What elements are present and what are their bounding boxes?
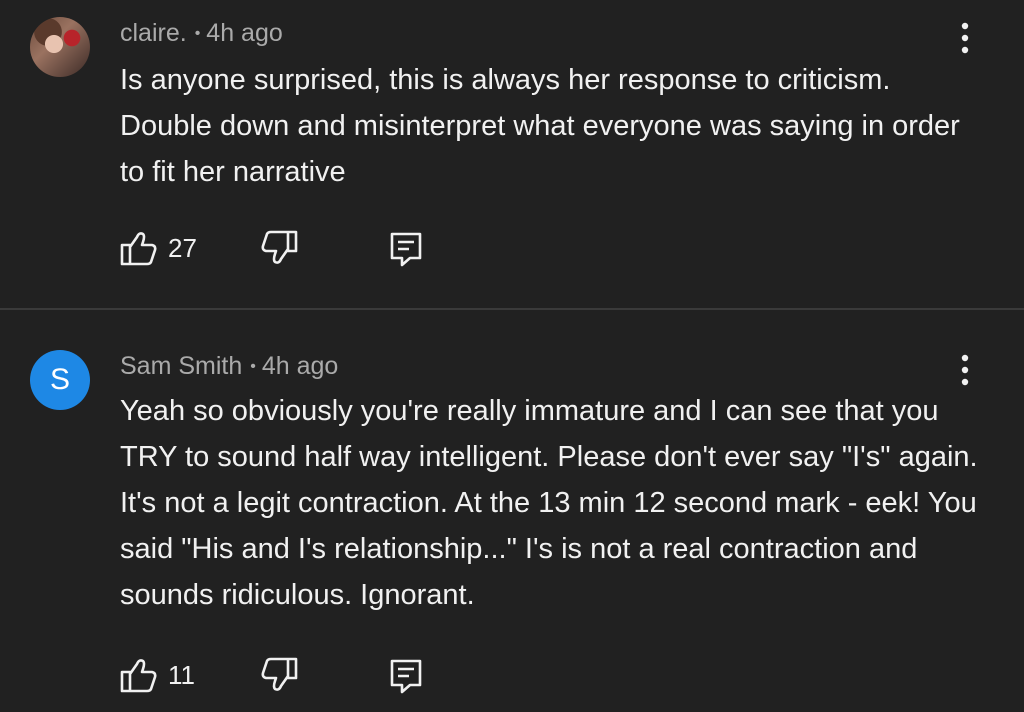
reply-icon[interactable] (386, 228, 426, 268)
comment-sam-smith: S Sam Smith • 4h ago Yeah so obviously you… (0, 310, 1024, 712)
like-count: 11 (168, 660, 195, 690)
reply-icon[interactable] (386, 655, 426, 695)
comment-text: Yeah so obviously you're really immature… (120, 395, 978, 611)
avatar[interactable] (30, 17, 90, 77)
separator-dot: • (250, 358, 256, 375)
thumbs-down-icon[interactable] (260, 655, 300, 695)
like-count: 27 (168, 233, 197, 263)
author-name[interactable]: Sam Smith (120, 352, 242, 380)
timestamp: 4h ago (206, 19, 283, 47)
avatar[interactable]: S (30, 350, 90, 410)
comment-meta: claire. • 4h ago (120, 19, 283, 48)
more-vert-icon[interactable] (950, 350, 980, 390)
comment-text: Is anyone surprised, this is always her … (120, 64, 960, 188)
thumbs-up-icon[interactable] (118, 228, 158, 268)
separator-dot: • (194, 25, 201, 42)
comment-claire: claire. • 4h ago Is anyone surprised, this… (0, 0, 1024, 308)
more-vert-icon[interactable] (950, 18, 980, 58)
author-name[interactable]: claire. (120, 19, 187, 47)
comment-meta: Sam Smith • 4h ago (120, 352, 338, 381)
timestamp: 4h ago (261, 352, 339, 380)
thumbs-up-icon[interactable] (118, 655, 158, 695)
thumbs-down-icon[interactable] (260, 228, 300, 268)
